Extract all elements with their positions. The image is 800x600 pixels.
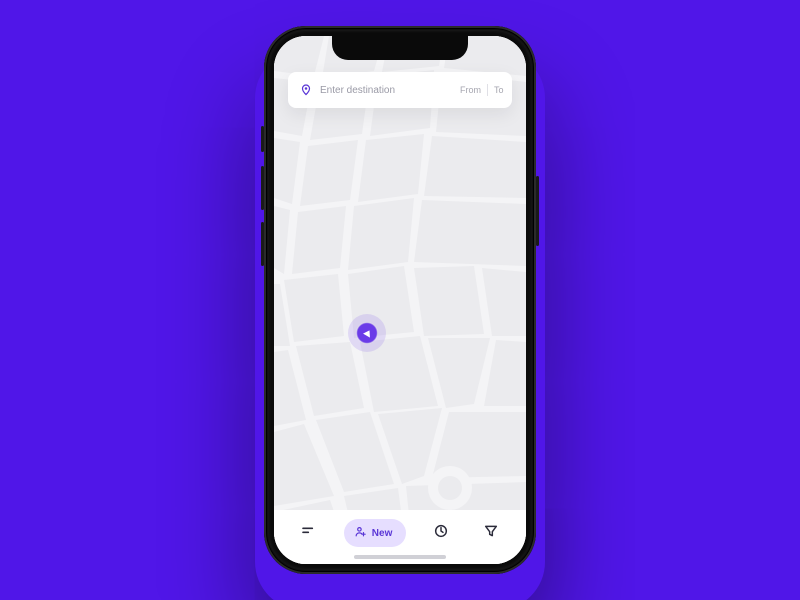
current-location-marker[interactable]: [356, 322, 378, 344]
search-bar[interactable]: From To: [288, 72, 512, 108]
phone-mute-switch: [261, 126, 264, 152]
clock-icon: [433, 523, 449, 544]
menu-icon: [301, 523, 317, 544]
phone-frame: From To: [264, 26, 536, 574]
phone-screen: From To: [274, 36, 526, 564]
destination-input[interactable]: [320, 85, 452, 96]
user-plus-icon: [354, 525, 367, 541]
phone-power-button: [536, 176, 539, 246]
from-to-separator: [487, 84, 488, 96]
map-streets: [274, 36, 526, 564]
filter-icon: [483, 523, 499, 544]
recent-button[interactable]: [426, 518, 456, 548]
filter-button[interactable]: [476, 518, 506, 548]
from-to-toggle: From To: [460, 84, 504, 96]
to-label[interactable]: To: [494, 85, 504, 95]
bottom-nav: New: [274, 510, 526, 564]
pin-icon: [300, 84, 312, 96]
map-view[interactable]: [274, 36, 526, 564]
menu-button[interactable]: [294, 518, 324, 548]
new-button-label: New: [372, 528, 393, 539]
phone-volume-down: [261, 222, 264, 266]
canvas-background: From To: [0, 0, 800, 600]
new-button[interactable]: New: [344, 519, 407, 547]
phone-volume-up: [261, 166, 264, 210]
from-label[interactable]: From: [460, 85, 481, 95]
home-indicator: [354, 555, 446, 559]
phone-notch: [332, 36, 468, 60]
